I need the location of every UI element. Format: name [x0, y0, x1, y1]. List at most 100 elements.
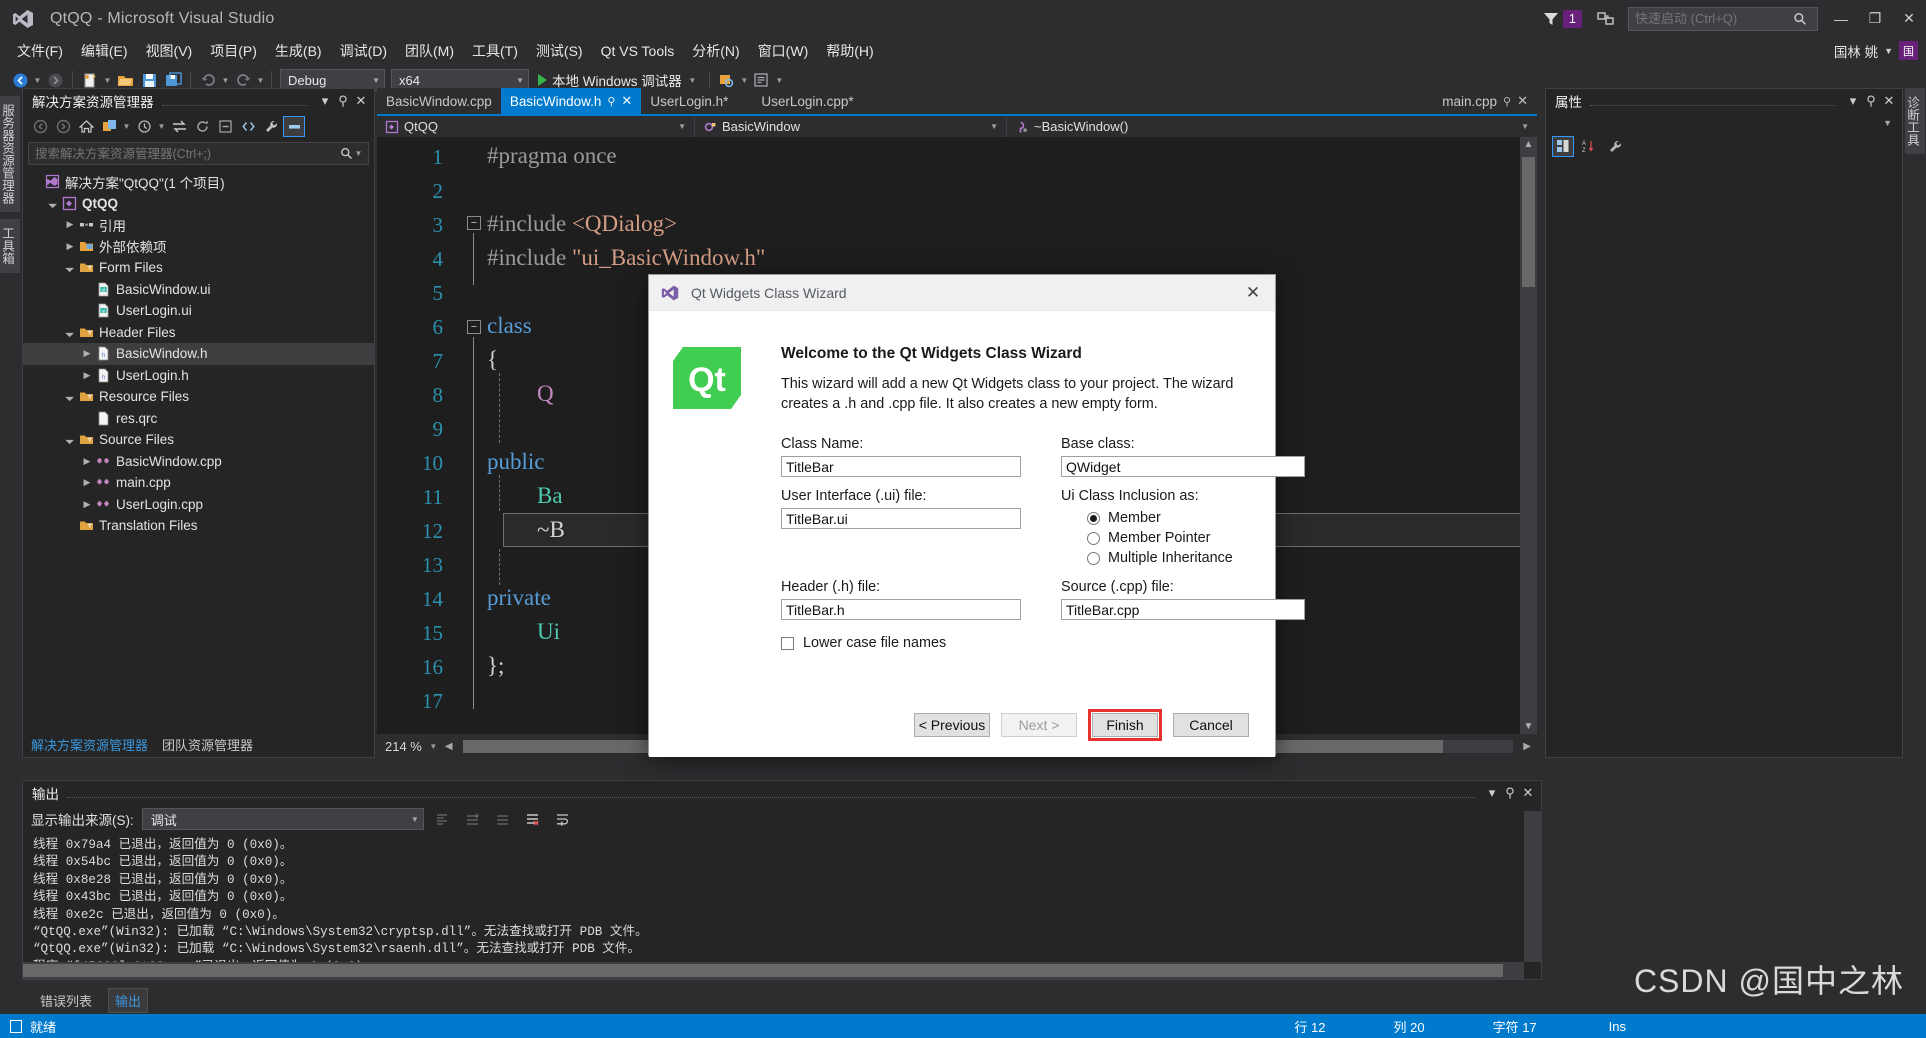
menu-item-help[interactable]: 帮助(H) — [817, 38, 882, 64]
tree-item[interactable]: ◢ Resource Files — [23, 386, 374, 408]
tab-error-list[interactable]: 错误列表 — [34, 989, 98, 1012]
pending-changes-icon[interactable] — [133, 116, 155, 137]
properties-wrench-icon[interactable] — [260, 116, 282, 137]
new-project-dropdown-icon[interactable]: ▼ — [102, 76, 113, 85]
base-class-input[interactable] — [1061, 456, 1305, 477]
tree-item[interactable]: ◢ QtQQ — [23, 193, 374, 215]
chevron-down-icon[interactable]: ▼ — [774, 76, 785, 85]
close-icon[interactable]: ✕ — [1519, 785, 1537, 801]
lowercase-file-names-checkbox[interactable]: Lower case file names — [781, 635, 946, 651]
chevron-down-icon[interactable]: ▼ — [428, 742, 439, 751]
tree-item[interactable]: ◢ Form Files — [23, 257, 374, 279]
toggle-word-wrap-icon[interactable] — [552, 809, 574, 829]
menu-item-project[interactable]: 项目(P) — [201, 38, 266, 64]
chevron-down-icon[interactable]: ◢ — [45, 195, 61, 211]
close-icon[interactable]: ✕ — [352, 93, 370, 109]
source-file-input[interactable] — [1061, 599, 1305, 620]
chevron-down-icon[interactable]: ▼ — [121, 122, 132, 131]
restore-button[interactable]: ❐ — [1858, 4, 1892, 34]
scroll-down-icon[interactable]: ▼ — [1520, 721, 1537, 732]
categorized-icon[interactable] — [1552, 135, 1574, 157]
chevron-down-icon[interactable]: ▼ — [974, 122, 998, 131]
tree-item[interactable]: ▶ BasicWindow.cpp — [23, 451, 374, 473]
server-explorer-tab[interactable]: 服务器资源管理器 — [0, 96, 20, 212]
editor-zoom-level[interactable]: 214 % — [385, 739, 422, 754]
clear-all-icon[interactable] — [522, 809, 544, 829]
chevron-right-icon[interactable]: ▶ — [80, 456, 94, 467]
search-input[interactable] — [35, 146, 340, 161]
output-vertical-scrollbar[interactable] — [1524, 811, 1541, 962]
chevron-down-icon[interactable]: ▾ — [316, 93, 334, 109]
tree-item[interactable]: ◢ Header Files — [23, 322, 374, 344]
menu-item-team[interactable]: 团队(M) — [396, 38, 463, 64]
ui-file-input[interactable] — [781, 508, 1021, 529]
back-icon[interactable] — [29, 116, 51, 137]
pin-icon[interactable]: ⚲ — [334, 93, 352, 109]
go-to-next-message-icon[interactable] — [492, 809, 514, 829]
chevron-down-icon[interactable]: ◢ — [62, 389, 78, 405]
close-icon[interactable]: ✕ — [1517, 93, 1528, 109]
pin-icon[interactable]: ⚲ — [607, 95, 615, 108]
menu-item-build[interactable]: 生成(B) — [266, 38, 331, 64]
alphabetical-icon[interactable]: AZ — [1578, 136, 1600, 157]
chevron-down-icon[interactable]: ▼ — [353, 149, 364, 158]
home-icon[interactable] — [75, 116, 97, 137]
scroll-up-icon[interactable]: ▲ — [1520, 139, 1537, 150]
radio-icon[interactable] — [1087, 551, 1100, 565]
chevron-down-icon[interactable]: ▼ — [662, 122, 686, 131]
scrollbar-thumb[interactable] — [1522, 157, 1535, 287]
tree-item[interactable]: res.qrc — [23, 408, 374, 430]
sync-with-active-document-icon[interactable] — [168, 116, 190, 137]
header-file-input[interactable] — [781, 599, 1021, 620]
chevron-down-icon[interactable]: ▼ — [508, 76, 524, 85]
properties-wrench-icon[interactable] — [1604, 136, 1626, 157]
collapse-all-icon[interactable] — [214, 116, 236, 137]
chevron-right-icon[interactable]: ▶ — [63, 241, 77, 252]
radio-icon[interactable] — [1087, 531, 1100, 545]
chevron-down-icon[interactable]: ▼ — [156, 122, 167, 131]
avatar[interactable]: 国 — [1899, 41, 1918, 60]
tree-item[interactable]: ▶ 引用 — [23, 214, 374, 236]
previous-button[interactable]: < Previous — [914, 713, 990, 737]
chevron-down-icon[interactable]: ▼ — [1884, 46, 1893, 56]
class-name-input[interactable] — [781, 456, 1021, 477]
refresh-icon[interactable] — [191, 116, 213, 137]
fold-collapse-icon[interactable]: − — [467, 216, 481, 230]
editor-tab-main-cpp[interactable]: main.cpp ⚲ ✕ — [1433, 93, 1537, 109]
notifications-button[interactable]: 1 — [1543, 9, 1582, 28]
switch-views-icon[interactable] — [98, 116, 120, 137]
quick-launch-box[interactable] — [1628, 6, 1818, 31]
navigate-backward-dropdown-icon[interactable]: ▼ — [32, 76, 43, 85]
view-designer-icon[interactable] — [283, 116, 305, 137]
tree-item[interactable]: ui BasicWindow.ui — [23, 279, 374, 301]
menu-item-analyze[interactable]: 分析(N) — [683, 38, 748, 64]
feedback-icon[interactable] — [1592, 5, 1620, 33]
chevron-right-icon[interactable]: ▶ — [80, 348, 94, 359]
account-area[interactable]: 国林 姚 ▼ 国 — [1834, 37, 1918, 64]
tree-item[interactable]: Translation Files — [23, 515, 374, 537]
dialog-close-icon[interactable]: ✕ — [1231, 275, 1275, 311]
tree-item[interactable]: 解决方案"QtQQ"(1 个项目) — [23, 171, 374, 193]
chevron-down-icon[interactable]: ▼ — [364, 76, 380, 85]
properties-object-row[interactable]: ▼ — [1546, 113, 1902, 133]
tab-output[interactable]: 输出 — [108, 987, 149, 1013]
chevron-down-icon[interactable]: ▾ — [1844, 93, 1862, 109]
tab-team-explorer[interactable]: 团队资源管理器 — [162, 735, 253, 754]
tree-item[interactable]: ▶ 外部依赖项 — [23, 236, 374, 258]
checkbox-icon[interactable] — [781, 636, 794, 650]
fold-collapse-icon[interactable]: − — [467, 320, 481, 334]
start-debugging-button[interactable]: 本地 Windows 调试器 ▼ — [532, 70, 704, 90]
quick-launch-input[interactable] — [1635, 11, 1793, 26]
navbar-member-combo[interactable]: ~BasicWindow() ▼ — [1007, 116, 1537, 137]
radio-multiple-inheritance[interactable]: Multiple Inheritance — [1087, 550, 1233, 566]
chevron-right-icon[interactable]: ▶ — [63, 219, 77, 230]
pin-icon[interactable]: ⚲ — [1503, 95, 1511, 108]
chevron-down-icon[interactable]: ▾ — [1483, 785, 1501, 801]
tab-solution-explorer[interactable]: 解决方案资源管理器 — [31, 735, 148, 754]
finish-button[interactable]: Finish — [1092, 713, 1158, 737]
scrollbar-thumb[interactable] — [23, 964, 1503, 977]
output-text[interactable]: 线程 0x79a4 已退出，返回值为 0 (0x0)。 线程 0x54bc 已退出… — [23, 837, 1524, 962]
chevron-down-icon[interactable]: ▼ — [1505, 122, 1529, 131]
chevron-right-icon[interactable]: ▶ — [80, 477, 94, 488]
chevron-down-icon[interactable]: ▼ — [1883, 118, 1892, 128]
